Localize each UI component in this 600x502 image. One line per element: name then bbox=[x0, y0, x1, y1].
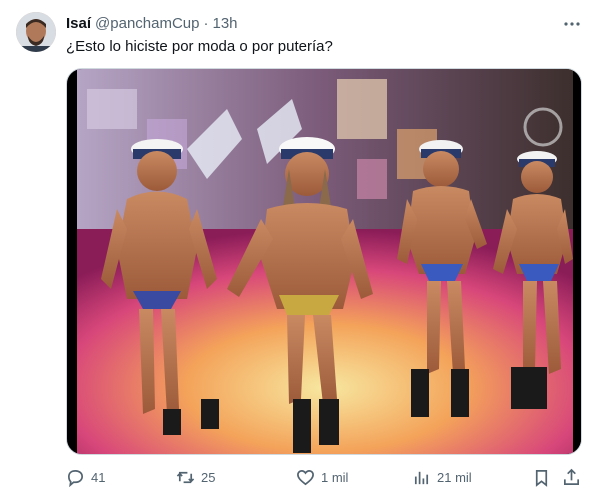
more-options-button[interactable] bbox=[560, 12, 584, 36]
author-handle[interactable]: @panchamCup bbox=[95, 15, 199, 32]
action-bar: 41 25 1 mil 21 mil bbox=[66, 466, 586, 488]
tweet-text: ¿Esto lo hiciste por moda o por putería? bbox=[66, 38, 333, 55]
retweet-icon bbox=[176, 471, 195, 483]
timestamp[interactable]: 13h bbox=[212, 15, 237, 32]
media-image bbox=[67, 69, 581, 454]
tweet-media[interactable] bbox=[66, 68, 582, 455]
share-icon bbox=[563, 468, 580, 485]
views-count: 21 mil bbox=[437, 469, 472, 485]
reply-count: 41 bbox=[91, 469, 106, 485]
views-icon bbox=[414, 471, 429, 484]
tweet: Isaí @panchamCup · 13h ¿Esto lo hiciste … bbox=[0, 0, 600, 502]
separator: · bbox=[203, 14, 209, 32]
share-button[interactable] bbox=[562, 466, 581, 488]
bookmark-icon bbox=[535, 469, 548, 487]
like-button[interactable]: 1 mil bbox=[296, 466, 348, 488]
like-count: 1 mil bbox=[321, 469, 349, 485]
bookmark-button[interactable] bbox=[532, 466, 551, 488]
reply-button[interactable]: 41 bbox=[66, 466, 105, 488]
avatar[interactable] bbox=[16, 12, 56, 52]
tweet-header: Isaí @panchamCup · 13h bbox=[66, 13, 238, 33]
retweet-button[interactable]: 25 bbox=[176, 466, 215, 488]
reply-icon bbox=[67, 469, 84, 487]
heart-icon bbox=[297, 469, 314, 485]
retweet-count: 25 bbox=[201, 469, 216, 485]
views-button[interactable]: 21 mil bbox=[412, 466, 472, 488]
more-icon bbox=[564, 22, 580, 26]
author-name[interactable]: Isaí bbox=[66, 15, 91, 32]
